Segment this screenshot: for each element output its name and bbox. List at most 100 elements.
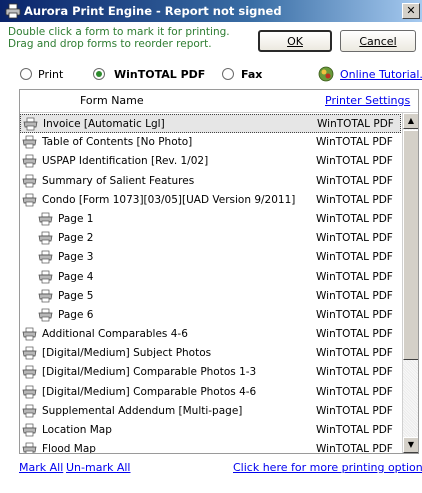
list-header: Form Name Printer Settings: [20, 90, 418, 113]
table-row[interactable]: Location Map WinTOTAL PDF: [20, 421, 401, 440]
form-printer-icon: [22, 193, 37, 207]
table-row[interactable]: Table of Contents [No Photo] WinTOTAL PDF: [20, 133, 401, 152]
cancel-button[interactable]: Cancel: [340, 30, 416, 52]
form-printer: WinTOTAL PDF: [316, 404, 393, 417]
form-name: Page 6: [58, 308, 94, 321]
form-printer: WinTOTAL PDF: [316, 155, 393, 168]
close-button[interactable]: ✕: [402, 3, 420, 19]
printer-icon: [5, 3, 21, 19]
form-printer-icon: [22, 365, 37, 379]
form-printer-icon: [38, 289, 53, 303]
form-name: Summary of Salient Features: [42, 174, 195, 187]
form-printer: WinTOTAL PDF: [316, 366, 393, 379]
table-row[interactable]: Page 6 WinTOTAL PDF: [20, 306, 401, 325]
form-printer-icon: [38, 212, 53, 226]
radio-print-label[interactable]: Print: [38, 68, 63, 81]
online-tutorial-link[interactable]: Online Tutorial...: [340, 68, 422, 81]
form-printer-icon: [22, 174, 37, 188]
tutorial-icon: [318, 66, 334, 82]
scroll-thumb[interactable]: [403, 130, 418, 360]
form-name: Page 1: [58, 212, 94, 225]
table-row[interactable]: USPAP Identification [Rev. 1/02] WinTOTAL…: [20, 152, 401, 171]
scroll-up-icon[interactable]: ▲: [403, 113, 418, 129]
radio-fax[interactable]: [222, 68, 234, 80]
table-row[interactable]: Supplemental Addendum [Multi-page] WinTOT…: [20, 402, 401, 421]
output-options: Print WinTOTAL PDF Fax Online Tutorial..…: [0, 66, 422, 84]
instructions-text: Double click a form to mark it for print…: [8, 26, 230, 50]
form-name: Location Map: [42, 424, 112, 436]
table-row[interactable]: Page 3 WinTOTAL PDF: [20, 248, 401, 267]
table-row[interactable]: [Digital/Medium] Comparable Photos 1-3 Wi…: [20, 363, 401, 382]
printer-settings-link[interactable]: Printer Settings: [325, 94, 410, 107]
form-name: Condo [Form 1073][03/05][UAD Version 9/2…: [42, 193, 296, 206]
form-printer: WinTOTAL PDF: [317, 118, 394, 130]
form-rows: Invoice [Automatic Lgl] WinTOTAL PDF Table…: [20, 114, 401, 454]
form-printer-icon: [22, 327, 37, 341]
table-row[interactable]: [Digital/Medium] Comparable Photos 4-6 Wi…: [20, 383, 401, 402]
table-row[interactable]: Page 2 WinTOTAL PDF: [20, 229, 401, 248]
table-row[interactable]: Condo [Form 1073][03/05][UAD Version 9/2…: [20, 191, 401, 210]
form-name: Page 4: [58, 270, 94, 283]
form-printer: WinTOTAL PDF: [316, 385, 393, 398]
table-row[interactable]: Additional Comparables 4-6 WinTOTAL PDF: [20, 325, 401, 344]
form-printer-icon: [22, 346, 37, 360]
form-name: USPAP Identification [Rev. 1/02]: [42, 155, 209, 168]
form-name: Table of Contents [No Photo]: [42, 136, 193, 149]
form-printer: WinTOTAL PDF: [316, 136, 393, 149]
unmark-all-link[interactable]: Un-mark All: [66, 461, 130, 474]
window-title: Aurora Print Engine - Report not signed: [24, 4, 282, 18]
form-name: Additional Comparables 4-6: [42, 328, 188, 341]
form-printer-icon: [38, 308, 53, 322]
mark-all-link[interactable]: Mark All: [19, 461, 63, 474]
form-name: Supplemental Addendum [Multi-page]: [42, 404, 243, 417]
radio-print[interactable]: [20, 68, 32, 80]
form-printer-icon: [23, 117, 38, 131]
form-name: Invoice [Automatic Lgl]: [43, 118, 165, 130]
table-row[interactable]: Page 4 WinTOTAL PDF: [20, 268, 401, 287]
form-printer: WinTOTAL PDF: [316, 308, 393, 321]
form-printer: WinTOTAL PDF: [316, 443, 393, 454]
form-name: [Digital/Medium] Comparable Photos 1-3: [42, 366, 257, 379]
more-printing-options-link[interactable]: Click here for more printing options: [233, 461, 422, 474]
form-printer-icon: [22, 135, 37, 149]
table-row[interactable]: [Digital/Medium] Subject Photos WinTOTAL …: [20, 344, 401, 363]
form-printer-icon: [22, 385, 37, 399]
scroll-down-icon[interactable]: ▼: [403, 437, 418, 453]
form-printer: WinTOTAL PDF: [316, 289, 393, 302]
table-row[interactable]: Summary of Salient Features WinTOTAL PDF: [20, 172, 401, 191]
radio-fax-label[interactable]: Fax: [241, 68, 262, 81]
vertical-scrollbar[interactable]: ▲ ▼: [402, 113, 418, 453]
form-printer: WinTOTAL PDF: [316, 424, 393, 436]
form-printer: WinTOTAL PDF: [316, 232, 393, 245]
form-name: [Digital/Medium] Subject Photos: [42, 347, 212, 360]
form-name: Page 3: [58, 251, 94, 264]
form-printer-icon: [22, 154, 37, 168]
table-row[interactable]: Page 5 WinTOTAL PDF: [20, 287, 401, 306]
form-printer: WinTOTAL PDF: [316, 193, 393, 206]
form-printer: WinTOTAL PDF: [316, 328, 393, 341]
table-row[interactable]: Invoice [Automatic Lgl] WinTOTAL PDF: [20, 114, 401, 134]
form-printer-icon: [22, 423, 37, 437]
footer: Mark All Un-mark All Click here for more…: [0, 461, 422, 477]
form-name: Page 2: [58, 232, 94, 245]
form-printer-icon: [38, 231, 53, 245]
form-printer: WinTOTAL PDF: [316, 251, 393, 264]
form-printer-icon: [38, 250, 53, 264]
form-printer: WinTOTAL PDF: [316, 174, 393, 187]
table-row[interactable]: Flood Map WinTOTAL PDF: [20, 440, 401, 454]
radio-wintotal-pdf-label[interactable]: WinTOTAL PDF: [114, 68, 205, 81]
ok-button[interactable]: OK: [258, 30, 332, 52]
form-name: Flood Map: [42, 443, 96, 454]
form-printer: WinTOTAL PDF: [316, 212, 393, 225]
form-printer: WinTOTAL PDF: [316, 270, 393, 283]
form-list: Form Name Printer Settings Invoice [Auto…: [19, 89, 419, 454]
form-name: Page 5: [58, 289, 94, 302]
radio-wintotal-pdf[interactable]: [93, 68, 105, 80]
form-printer: WinTOTAL PDF: [316, 347, 393, 360]
form-printer-icon: [22, 442, 37, 453]
table-row[interactable]: Page 1 WinTOTAL PDF: [20, 210, 401, 229]
form-printer-icon: [38, 270, 53, 284]
form-name: [Digital/Medium] Comparable Photos 4-6: [42, 385, 257, 398]
form-name-header: Form Name: [80, 94, 144, 107]
form-printer-icon: [22, 404, 37, 418]
